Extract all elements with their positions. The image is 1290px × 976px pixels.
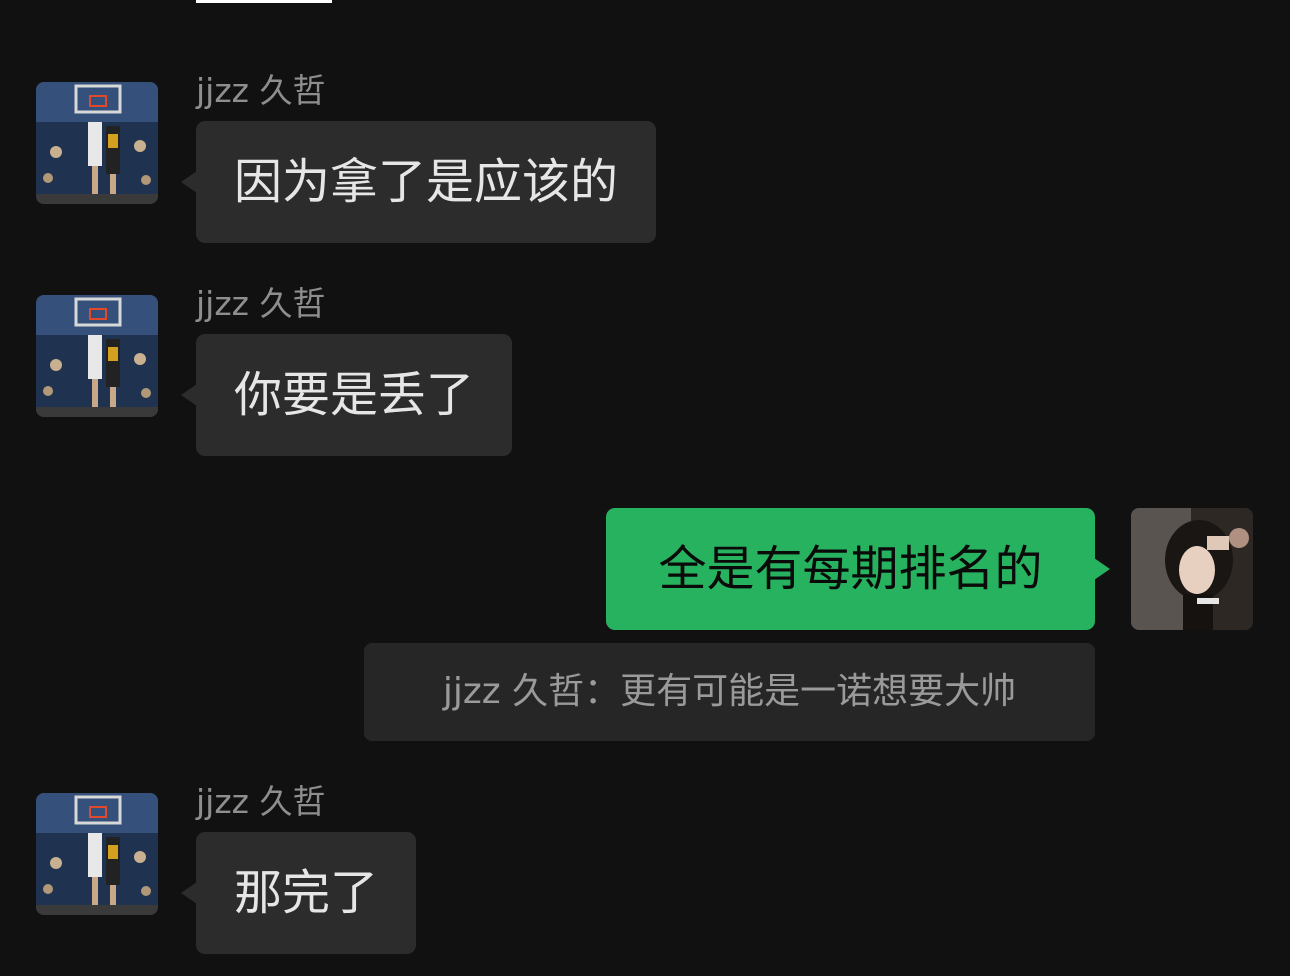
basketball-photo-icon xyxy=(36,793,158,915)
sender-name: jjzz 久哲 xyxy=(196,284,326,323)
sender-name: jjzz 久哲 xyxy=(196,782,326,821)
message-bubble-incoming[interactable]: 那完了 xyxy=(180,832,417,954)
contact-avatar[interactable] xyxy=(36,793,158,915)
portrait-photo-icon xyxy=(1131,508,1253,630)
quote-text: 更有可能是一诺想要大帅 xyxy=(620,671,1017,712)
quoted-message[interactable]: jjzz 久哲：更有可能是一诺想要大帅 xyxy=(364,643,1095,741)
contact-avatar[interactable] xyxy=(36,82,158,204)
sender-name: jjzz 久哲 xyxy=(196,71,326,110)
quote-separator: ： xyxy=(584,671,621,712)
previous-message-edge xyxy=(196,0,332,3)
message-bubble-outgoing[interactable]: 全是有每期排名的 xyxy=(606,508,1110,630)
self-avatar[interactable] xyxy=(1131,508,1253,630)
message-bubble-incoming[interactable]: 你要是丢了 xyxy=(180,334,513,456)
message-bubble-incoming[interactable]: 因为拿了是应该的 xyxy=(180,121,657,243)
basketball-photo-icon xyxy=(36,82,158,204)
contact-avatar[interactable] xyxy=(36,295,158,417)
basketball-photo-icon xyxy=(36,295,158,417)
quote-sender: jjzz 久哲 xyxy=(442,671,585,712)
